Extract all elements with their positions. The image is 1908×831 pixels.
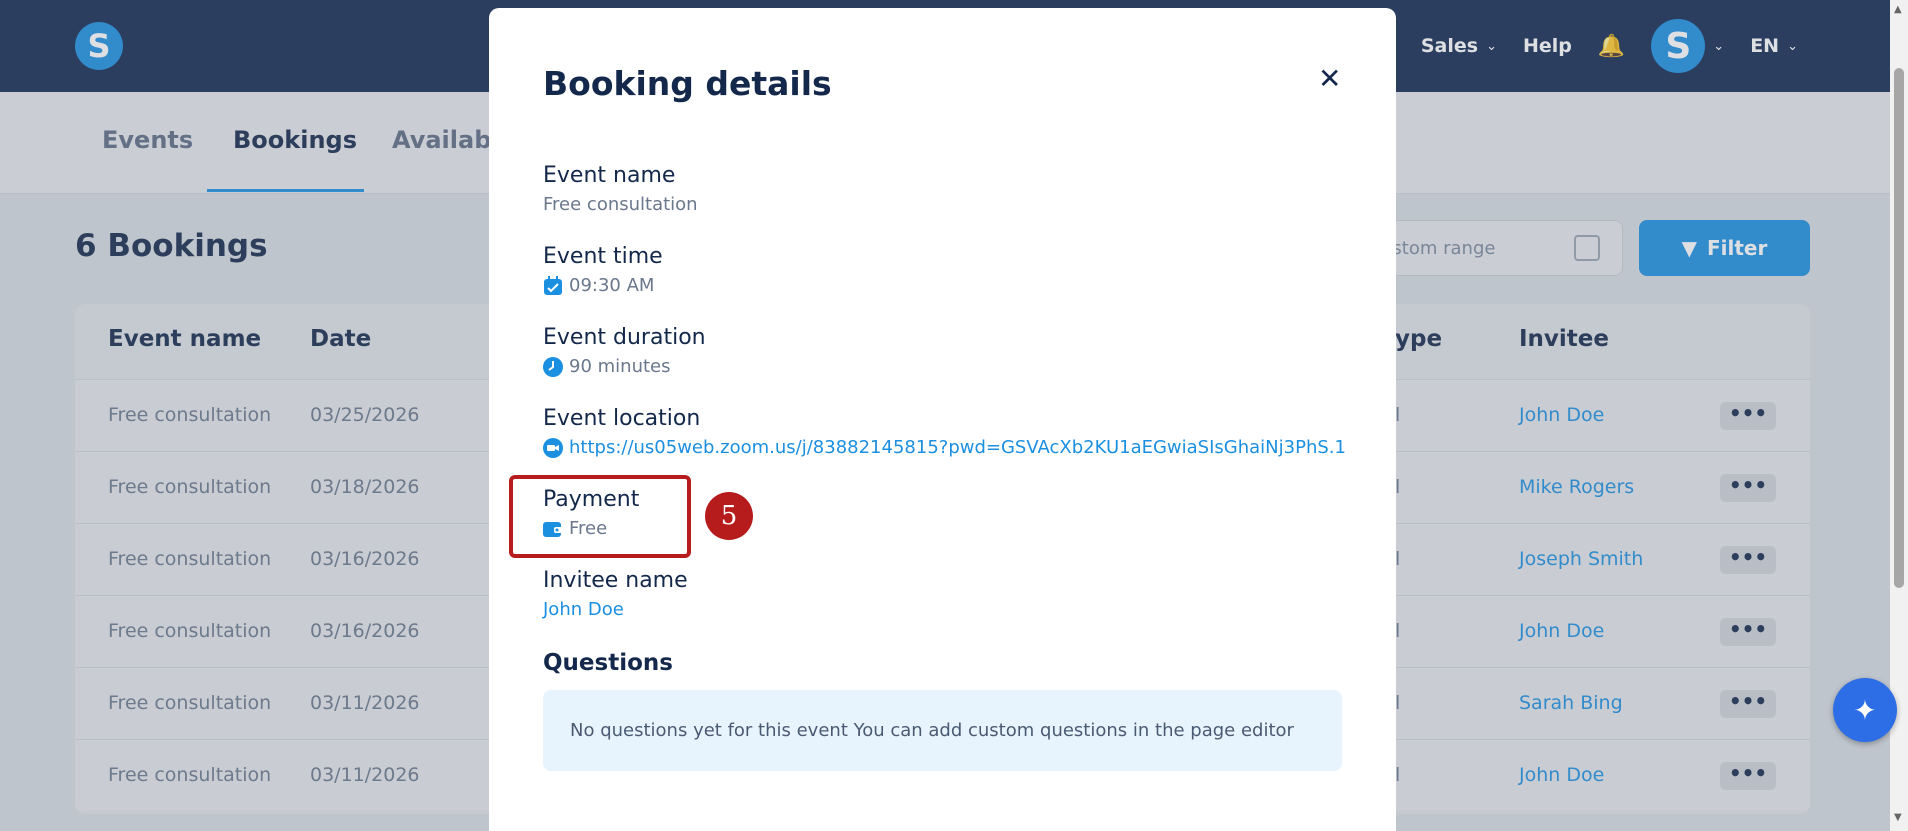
sparkle-icon: ✦ <box>1853 693 1877 727</box>
event-duration-value: 90 minutes <box>543 356 671 377</box>
video-camera-icon <box>543 437 563 458</box>
ai-assistant-button[interactable]: ✦ <box>1833 678 1897 742</box>
zoom-link[interactable]: https://us05web.zoom.us/j/83882145815?pw… <box>569 437 1346 458</box>
booking-details-modal: Booking details ✕ Event name Free consul… <box>489 8 1396 831</box>
invitee-name-label: Invitee name <box>543 568 688 593</box>
step-badge: 5 <box>705 492 753 540</box>
highlight-box <box>509 475 691 558</box>
event-location-label: Event location <box>543 406 701 431</box>
scroll-up-icon[interactable]: ▲ <box>1894 4 1902 15</box>
calendar-check-icon <box>544 275 562 295</box>
questions-heading: Questions <box>543 650 673 676</box>
clock-icon <box>543 356 563 377</box>
event-time-value: 09:30 AM <box>543 275 654 296</box>
event-name-label: Event name <box>543 163 676 188</box>
event-name-value: Free consultation <box>543 194 698 215</box>
event-duration-label: Event duration <box>543 325 706 350</box>
event-location-value[interactable]: https://us05web.zoom.us/j/83882145815?pw… <box>543 437 1346 458</box>
scroll-down-icon[interactable]: ▼ <box>1894 812 1902 823</box>
close-icon[interactable]: ✕ <box>1318 62 1341 95</box>
event-time-label: Event time <box>543 244 663 269</box>
scrollbar-thumb[interactable] <box>1894 68 1904 588</box>
questions-empty-state: No questions yet for this event You can … <box>543 690 1342 771</box>
invitee-name-link[interactable]: John Doe <box>543 599 624 620</box>
modal-title: Booking details <box>543 64 832 103</box>
